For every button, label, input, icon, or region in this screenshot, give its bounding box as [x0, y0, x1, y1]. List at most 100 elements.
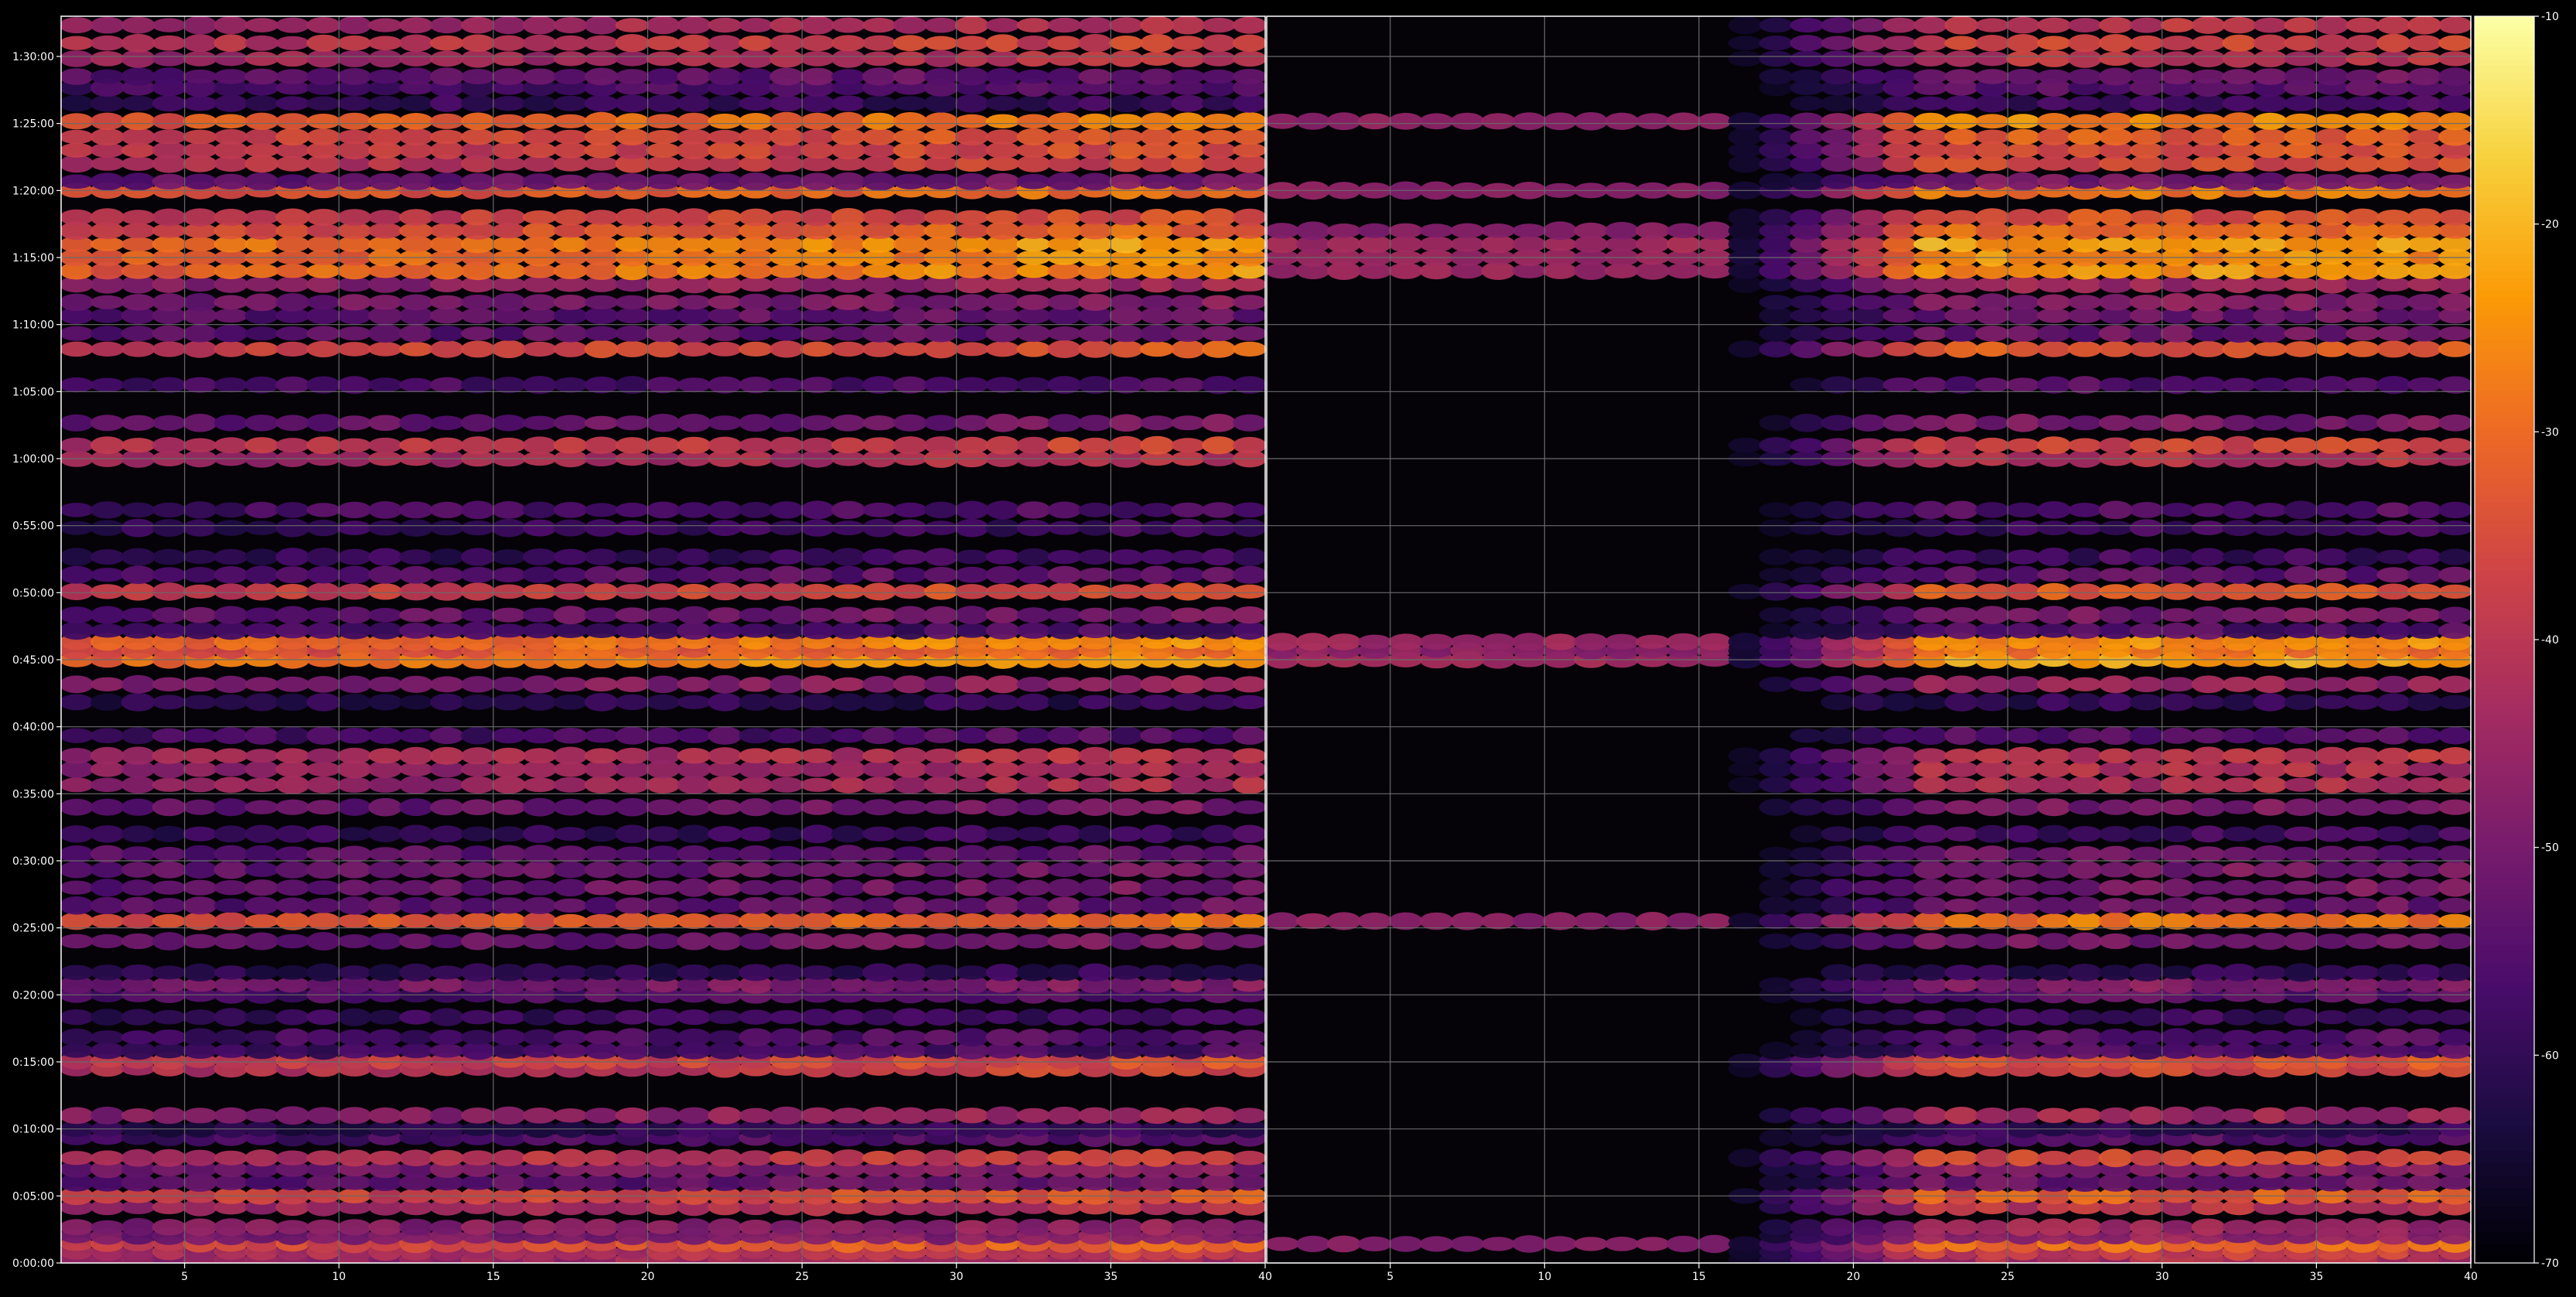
heatmap-cell — [2222, 1149, 2257, 1167]
heatmap-cell — [1913, 674, 1948, 694]
heatmap-cell — [2315, 567, 2349, 582]
heatmap-cell — [831, 747, 865, 765]
heatmap-cell — [2006, 1029, 2041, 1045]
heatmap-cell — [399, 1043, 434, 1059]
heatmap-cell — [461, 963, 495, 982]
heatmap-cell — [985, 341, 1020, 357]
heatmap-cell — [244, 342, 279, 357]
heatmap-cell — [90, 964, 125, 981]
heatmap-cell — [2037, 501, 2071, 519]
heatmap-cell — [2346, 1008, 2380, 1026]
heatmap-cell — [1882, 519, 1917, 538]
heatmap-cell — [61, 68, 94, 85]
heatmap-cell — [862, 776, 896, 794]
heatmap-cell — [739, 933, 773, 950]
heatmap-cell — [1759, 747, 1793, 764]
heatmap-cell — [399, 172, 434, 191]
heatmap-cell — [2037, 582, 2071, 600]
heatmap-cell — [1109, 826, 1144, 842]
heatmap-cell — [2129, 798, 2164, 816]
heatmap-cell — [831, 208, 865, 227]
heatmap-cell — [800, 519, 835, 537]
heatmap-cell — [1851, 237, 1886, 252]
heatmap-cell — [1913, 623, 1948, 638]
colorbar-segment — [2475, 858, 2534, 865]
heatmap-cell — [1913, 845, 1948, 863]
colorbar-segment — [2475, 377, 2534, 385]
heatmap-cell — [769, 95, 804, 112]
heatmap-cell — [923, 94, 958, 113]
heatmap-cell — [2160, 36, 2195, 51]
heatmap-cell — [244, 760, 279, 779]
heatmap-cell — [708, 548, 742, 565]
heatmap-cell — [337, 896, 372, 915]
heatmap-cell — [800, 878, 835, 897]
heatmap-cell — [2037, 415, 2071, 431]
heatmap-cell — [461, 436, 495, 455]
heatmap-cell — [61, 1028, 94, 1046]
heatmap-cell — [954, 377, 989, 393]
heatmap-cell — [244, 862, 279, 877]
heatmap-cell — [2284, 277, 2318, 292]
heatmap-cell — [152, 325, 186, 342]
heatmap-cell — [2068, 295, 2102, 310]
heatmap-cell — [892, 933, 927, 949]
heatmap-cell — [1109, 880, 1144, 895]
heatmap-cell — [1016, 933, 1051, 949]
heatmap-cell — [2284, 761, 2318, 778]
heatmap-cell — [1882, 677, 1917, 691]
heatmap-cell — [2160, 825, 2195, 843]
heatmap-cell — [1202, 96, 1237, 111]
heatmap-cell — [553, 913, 588, 929]
heatmap-cell — [275, 113, 310, 130]
heatmap-cell — [121, 582, 155, 601]
colorbar-segment — [2475, 16, 2534, 23]
heatmap-cell — [862, 862, 896, 877]
heatmap-cell — [831, 933, 865, 949]
heatmap-cell — [1450, 634, 1485, 650]
heatmap-cell — [1419, 1236, 1454, 1252]
heatmap-cell — [1171, 36, 1206, 51]
heatmap-cell — [1944, 622, 1979, 640]
heatmap-cell — [152, 582, 186, 601]
heatmap-cell — [862, 17, 896, 33]
heatmap-cell — [2284, 1029, 2318, 1046]
heatmap-cell — [1326, 235, 1361, 253]
heatmap-cell — [2438, 501, 2472, 519]
heatmap-cell — [1171, 129, 1206, 145]
heatmap-cell — [2222, 95, 2257, 112]
heatmap-cell — [769, 174, 804, 189]
heatmap-cell — [1851, 964, 1886, 981]
heatmap-cell — [522, 728, 557, 744]
heatmap-cell — [2376, 1219, 2411, 1236]
heatmap-cell — [152, 825, 186, 842]
heatmap-cell — [1016, 845, 1051, 862]
heatmap-cell — [862, 607, 896, 623]
heatmap-cell — [985, 34, 1020, 53]
heatmap-cell — [954, 114, 989, 128]
heatmap-cell — [1233, 519, 1266, 538]
heatmap-cell — [1233, 172, 1266, 191]
heatmap-cell — [491, 1149, 526, 1166]
heatmap-cell — [954, 913, 989, 929]
heatmap-cell — [461, 845, 495, 863]
heatmap-cell — [2284, 623, 2318, 639]
heatmap-cell — [2129, 777, 2164, 793]
heatmap-cell — [2098, 325, 2133, 343]
heatmap-cell — [2129, 438, 2164, 453]
heatmap-cell — [1171, 567, 1206, 582]
heatmap-cell — [1913, 860, 1948, 879]
heatmap-cell — [1357, 1236, 1392, 1251]
heatmap-cell — [1820, 520, 1855, 536]
heatmap-cell — [553, 1217, 588, 1237]
heatmap-cell — [1109, 694, 1144, 711]
heatmap-cell — [800, 862, 835, 878]
heatmap-cell — [1882, 308, 1917, 323]
heatmap-cell — [831, 1009, 865, 1026]
heatmap-cell — [183, 550, 217, 565]
colorbar-segment — [2475, 1131, 2534, 1139]
heatmap-cell — [553, 519, 588, 537]
colorbar-segment — [2475, 41, 2534, 48]
heatmap-cell — [1171, 826, 1206, 841]
heatmap-cell — [2098, 67, 2133, 86]
